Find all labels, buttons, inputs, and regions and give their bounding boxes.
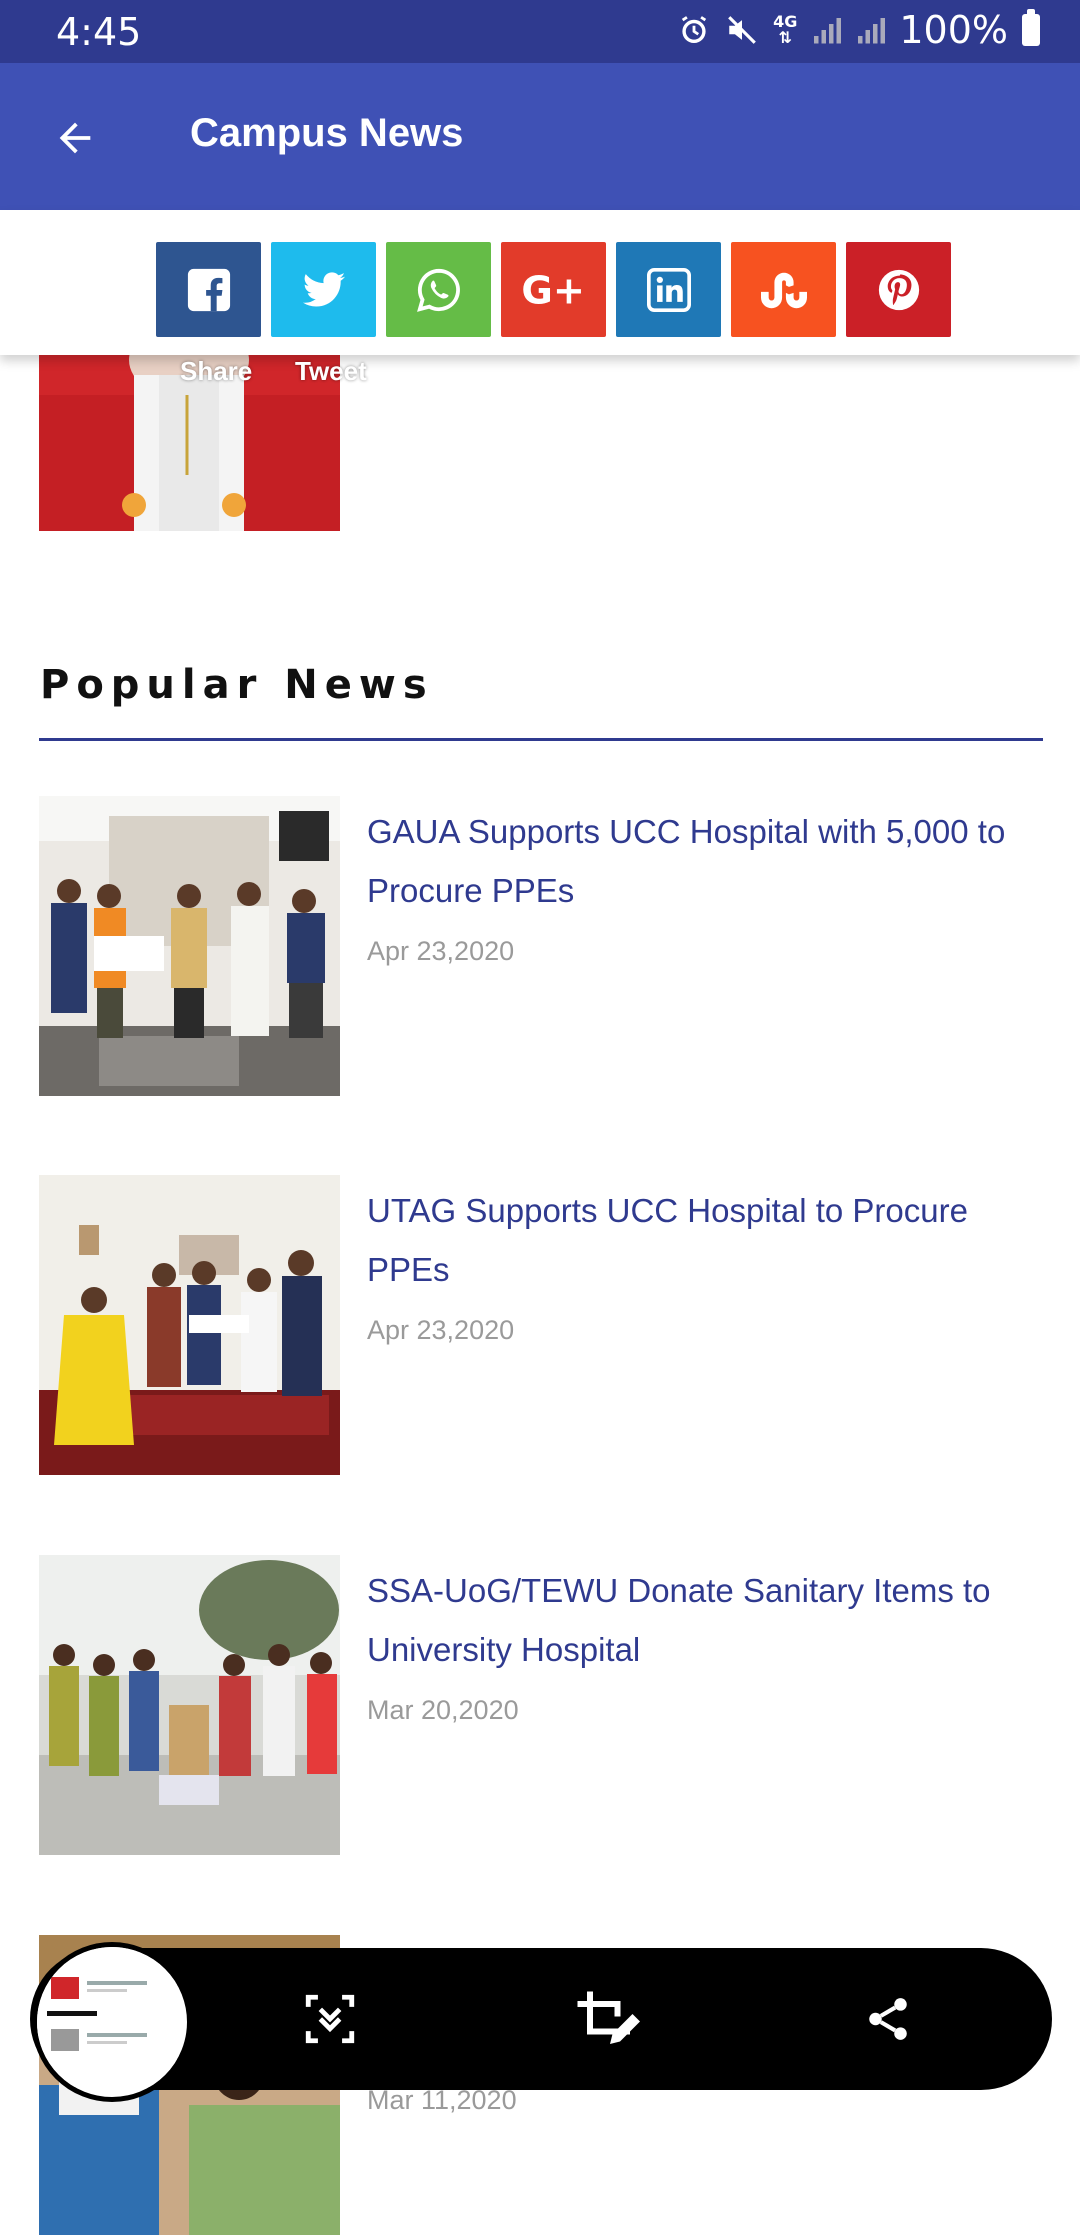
svg-text:G+: G+ [521, 268, 585, 313]
facebook-icon [187, 268, 230, 311]
section-heading: Popular News [40, 662, 434, 708]
google-plus-share-button[interactable]: G+ [501, 242, 606, 337]
network-4g-icon: 4G ⇅ [773, 14, 797, 46]
news-date: Mar 20,2020 [367, 1695, 519, 1725]
share-caption: Share [180, 356, 253, 386]
google-plus-icon: G+ [521, 268, 585, 313]
page-title: Campus News [190, 111, 464, 155]
pinterest-share-button[interactable] [846, 242, 951, 337]
news-date: Apr 23,2020 [367, 1315, 515, 1345]
battery-icon [1022, 9, 1040, 46]
battery-percent: 100% [899, 8, 1008, 52]
scroll-capture-button[interactable] [290, 1979, 370, 2059]
signal-icon-2 [855, 15, 886, 45]
status-icons: 4G ⇅ 100% [677, 8, 1040, 52]
news-thumbnail [39, 1175, 340, 1475]
share-icon [869, 1998, 907, 2040]
scroll-capture-icon [305, 1994, 355, 2044]
alarm-icon [677, 13, 711, 47]
crop-edit-icon [577, 1991, 640, 2044]
whatsapp-share-button[interactable] [386, 242, 491, 337]
linkedin-icon [646, 267, 691, 312]
news-thumbnail [39, 796, 340, 1096]
news-title[interactable]: SSA-UoG/TEWU Donate Sanitary Items to Un… [367, 1561, 1047, 1679]
news-item[interactable]: GAUA Supports UCC Hospital with 5,000 to… [39, 796, 1043, 1096]
data-arrows-icon: ⇅ [778, 28, 792, 47]
news-item[interactable]: UTAG Supports UCC Hospital to Procure PP… [39, 1175, 1043, 1475]
tweet-caption: Tweet [295, 356, 367, 386]
news-title[interactable]: UTAG Supports UCC Hospital to Procure PP… [367, 1181, 1047, 1299]
share-bar: G+ [0, 210, 1080, 355]
section-divider [39, 738, 1043, 741]
whatsapp-icon [416, 268, 460, 312]
arrow-back-icon[interactable] [40, 103, 110, 173]
signal-icon [811, 15, 842, 45]
linkedin-share-button[interactable] [616, 242, 721, 337]
crop-edit-button[interactable] [570, 1979, 650, 2059]
pinterest-icon [878, 269, 919, 310]
stumbleupon-share-button[interactable] [731, 242, 836, 337]
status-bar: 4:45 4G ⇅ 100% [0, 0, 1080, 63]
screenshot-toolbar [30, 1942, 1052, 2102]
twitter-icon [302, 271, 345, 306]
status-time: 4:45 [56, 10, 142, 54]
facebook-share-button[interactable] [156, 242, 261, 337]
mute-icon [725, 13, 759, 47]
share-button[interactable] [848, 1979, 928, 2059]
twitter-share-button[interactable] [271, 242, 376, 337]
stumbleupon-icon [760, 272, 807, 308]
news-thumbnail [39, 1555, 340, 1855]
news-item[interactable]: SSA-UoG/TEWU Donate Sanitary Items to Un… [39, 1555, 1043, 1855]
news-title[interactable]: GAUA Supports UCC Hospital with 5,000 to… [367, 802, 1047, 920]
app-bar: Campus News [0, 63, 1080, 210]
screenshot-preview-thumbnail[interactable] [32, 1942, 192, 2102]
news-date: Apr 23,2020 [367, 936, 515, 966]
